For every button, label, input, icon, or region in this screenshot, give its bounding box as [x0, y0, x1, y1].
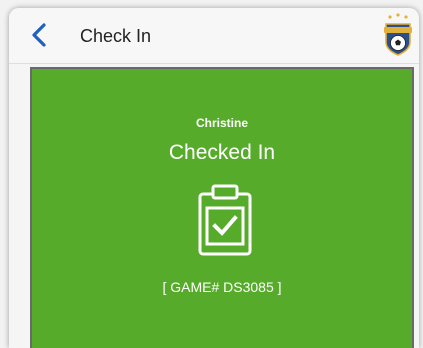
phone-screen: Check In Christine Checked In [ GAME# DS… — [9, 8, 419, 348]
clipboard-check-icon — [198, 184, 252, 256]
check-in-status: Checked In — [168, 141, 276, 164]
user-name: Christine — [195, 116, 248, 130]
game-code: [ GAME# DS3085 ] — [162, 279, 282, 295]
top-nav-bar: Check In — [9, 8, 419, 64]
page-title: Check In — [80, 26, 152, 46]
check-in-card: Christine Checked In [ GAME# DS3085 ] — [30, 67, 414, 348]
chevron-left-icon[interactable] — [29, 22, 51, 48]
soccer-ball-badge-icon[interactable] — [383, 12, 413, 56]
